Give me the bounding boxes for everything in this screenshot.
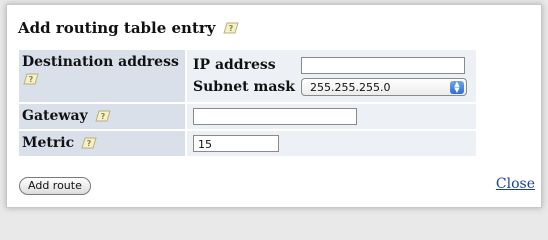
- help-icon[interactable]: ?: [222, 21, 240, 35]
- add-route-button[interactable]: Add route: [19, 177, 91, 195]
- help-icon[interactable]: ?: [22, 72, 40, 86]
- routing-dialog: Add routing table entry ? Destination ad…: [6, 4, 542, 208]
- metric-row: Metric ? 15: [19, 131, 476, 156]
- gateway-label-cell: Gateway ?: [19, 104, 187, 129]
- metric-label: Metric: [22, 135, 75, 151]
- dialog-title: Add routing table entry: [18, 19, 216, 37]
- gateway-label: Gateway: [22, 108, 88, 124]
- select-arrows-icon: ▲ ▼: [450, 80, 464, 94]
- ip-address-row: IP address: [193, 54, 470, 76]
- ip-address-input[interactable]: [301, 56, 465, 74]
- subnet-mask-label: Subnet mask: [193, 79, 295, 95]
- svg-text:?: ?: [100, 112, 105, 121]
- metric-input[interactable]: 15: [193, 135, 279, 152]
- metric-content-cell: 15: [187, 131, 476, 156]
- gateway-row: Gateway ?: [19, 104, 476, 131]
- metric-label-cell: Metric ?: [19, 131, 187, 156]
- destination-row: Destination address ? IP address Subnet …: [19, 50, 476, 104]
- help-icon[interactable]: ?: [80, 136, 98, 150]
- svg-text:?: ?: [87, 139, 92, 148]
- close-link[interactable]: Close: [496, 176, 535, 192]
- destination-label: Destination address: [22, 54, 179, 70]
- destination-content-cell: IP address Subnet mask 255.255.255.0 ▲ ▼: [187, 50, 476, 102]
- help-icon[interactable]: ?: [94, 109, 112, 123]
- gateway-label-line: Gateway ?: [22, 108, 182, 124]
- destination-label-cell: Destination address ?: [19, 50, 187, 102]
- routing-form-table: Destination address ? IP address Subnet …: [19, 50, 476, 156]
- gateway-input[interactable]: [193, 108, 357, 125]
- gateway-content-cell: [187, 104, 476, 129]
- metric-label-line: Metric ?: [22, 135, 182, 151]
- subnet-mask-value: 255.255.255.0: [310, 80, 391, 94]
- ip-address-label: IP address: [193, 57, 276, 73]
- dialog-title-row: Add routing table entry ?: [18, 19, 240, 37]
- subnet-mask-row: Subnet mask 255.255.255.0 ▲ ▼: [193, 76, 470, 98]
- svg-text:?: ?: [29, 75, 34, 84]
- subnet-mask-select[interactable]: 255.255.255.0 ▲ ▼: [301, 78, 467, 96]
- svg-text:?: ?: [228, 24, 233, 33]
